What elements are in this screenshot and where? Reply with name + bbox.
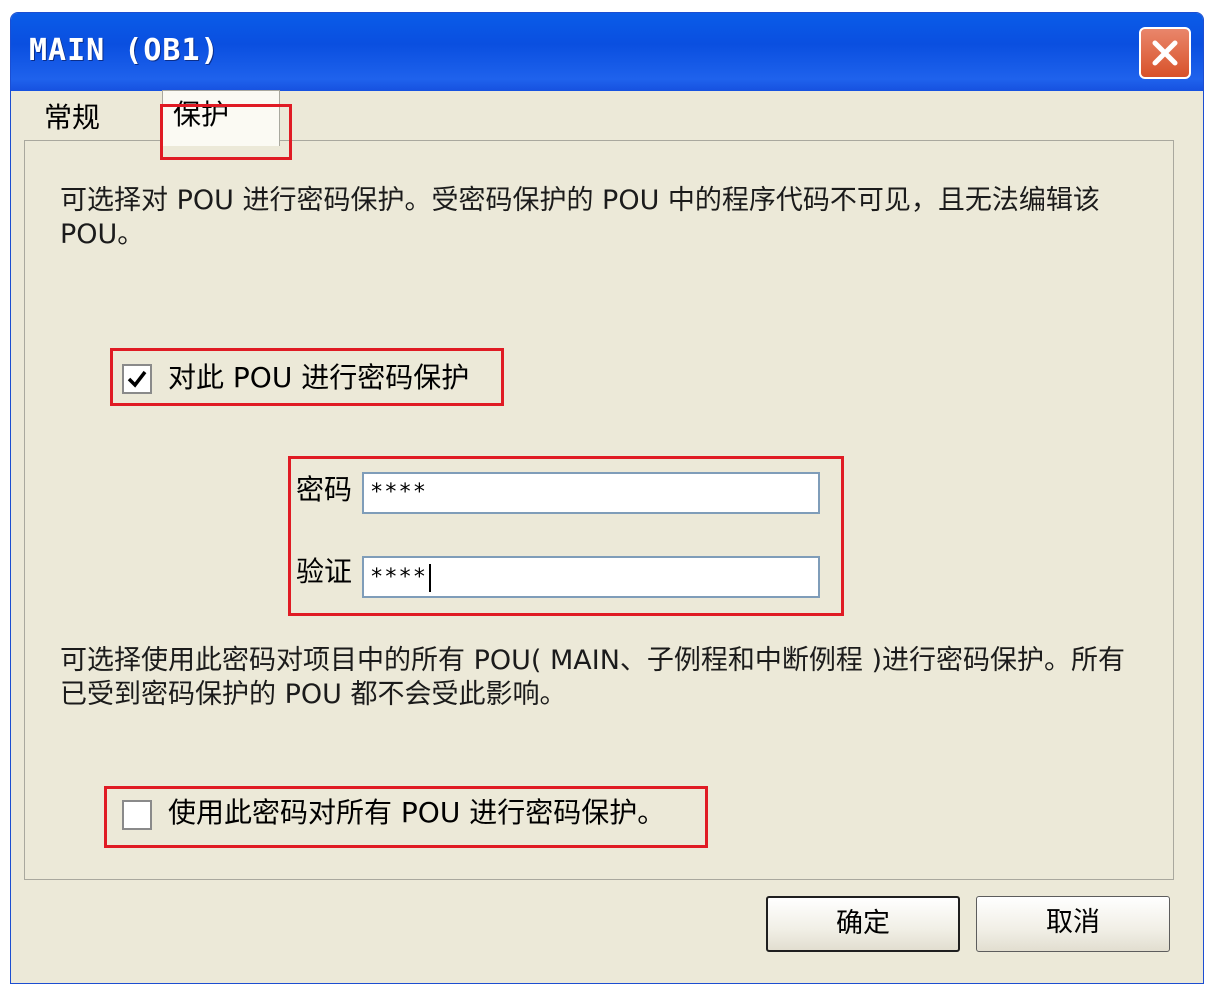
password-field[interactable]: ****	[362, 472, 820, 514]
protect-all-pou-checkbox[interactable]	[122, 800, 152, 830]
tab-general[interactable]: 常规	[44, 100, 100, 136]
password-label: 密码	[296, 473, 353, 506]
close-button[interactable]	[1139, 27, 1191, 79]
verify-label: 验证	[296, 555, 353, 588]
ok-button[interactable]: 确定	[766, 896, 960, 952]
protect-all-pou-label: 使用此密码对所有 POU 进行密码保护。	[168, 796, 666, 829]
text-caret	[428, 564, 431, 592]
window-title: MAIN (OB1)	[29, 33, 220, 68]
title-bar[interactable]: MAIN (OB1)	[11, 13, 1203, 91]
protect-pou-checkbox[interactable]	[122, 364, 152, 394]
tab-protection[interactable]: 保护	[162, 90, 280, 146]
cancel-button[interactable]: 取消	[976, 896, 1170, 952]
verify-field[interactable]: ****	[362, 556, 820, 598]
all-pou-description: 可选择使用此密码对项目中的所有 POU( MAIN、子例程和中断例程 )进行密码…	[60, 645, 1126, 710]
protection-description: 可选择对 POU 进行密码保护。受密码保护的 POU 中的程序代码不可见，且无法…	[60, 185, 1100, 250]
protect-pou-label: 对此 POU 进行密码保护	[168, 361, 470, 394]
verify-value: ****	[370, 565, 427, 590]
password-value: ****	[370, 480, 427, 505]
